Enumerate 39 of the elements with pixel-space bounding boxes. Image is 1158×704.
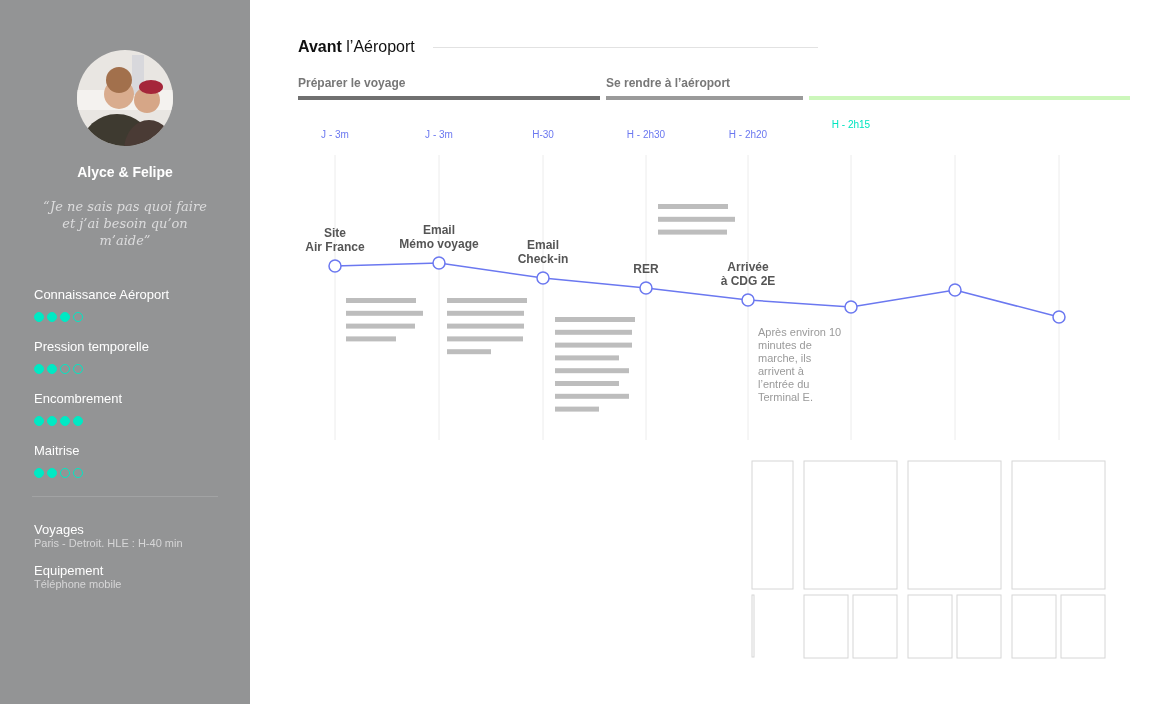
rating-label: Connaissance Aéroport (34, 287, 171, 302)
time-label: H-30 (532, 129, 554, 140)
time-label: J - 3m (321, 129, 349, 140)
timeline-node[interactable] (844, 300, 858, 314)
info-value: Paris - Detroit. HLE : H-40 min (34, 537, 184, 549)
time-label: H - 2h15 (831, 119, 871, 130)
info-label: Voyages (34, 522, 85, 537)
info-value: Téléphone mobile (34, 578, 123, 590)
timeline-node[interactable] (432, 256, 446, 270)
section-title: Avant l’Aéroport (298, 38, 415, 56)
timeline-node[interactable] (1052, 310, 1066, 324)
time-label: H - 2h20 (728, 129, 768, 140)
profile-name: Alyce & Felipe (77, 164, 173, 180)
placeholder-frame (1011, 594, 1057, 659)
time-label: H - 2h30 (626, 129, 666, 140)
info-label: Equipement (34, 563, 105, 578)
step-note: Après environ 10 minutes de marche, ils arrivent à l’entrée du Terminal E. (758, 326, 842, 404)
quote: “Je ne sais pas quoi faire et j’ai besoin qu’on m’aide” (42, 198, 208, 249)
rating-label: Pression temporelle (34, 339, 150, 354)
step-title: Arrivée à CDG 2E (720, 260, 776, 288)
placeholder-frame (1060, 594, 1106, 659)
step-title: Email Check-in (517, 238, 569, 266)
time-label: J - 3m (425, 129, 453, 140)
phase-label: Préparer le voyage (298, 76, 407, 90)
timeline-node[interactable] (328, 259, 342, 273)
phase-label: Se rendre à l’aéroport (606, 76, 732, 90)
rating-label: Maitrise (34, 443, 81, 458)
step-title: Site Air France (305, 226, 365, 254)
timeline-node[interactable] (948, 283, 962, 297)
timeline-node[interactable] (536, 271, 550, 285)
timeline-node[interactable] (741, 293, 755, 307)
step-title: Email Mémo voyage (399, 223, 479, 251)
placeholder-frame (907, 594, 953, 659)
timeline-node[interactable] (639, 281, 653, 295)
placeholder-frame (803, 594, 849, 659)
step-title: RER (633, 262, 659, 276)
placeholder-frame (956, 594, 1002, 659)
rating-label: Encombrement (34, 391, 124, 406)
placeholder-frame (852, 594, 898, 659)
